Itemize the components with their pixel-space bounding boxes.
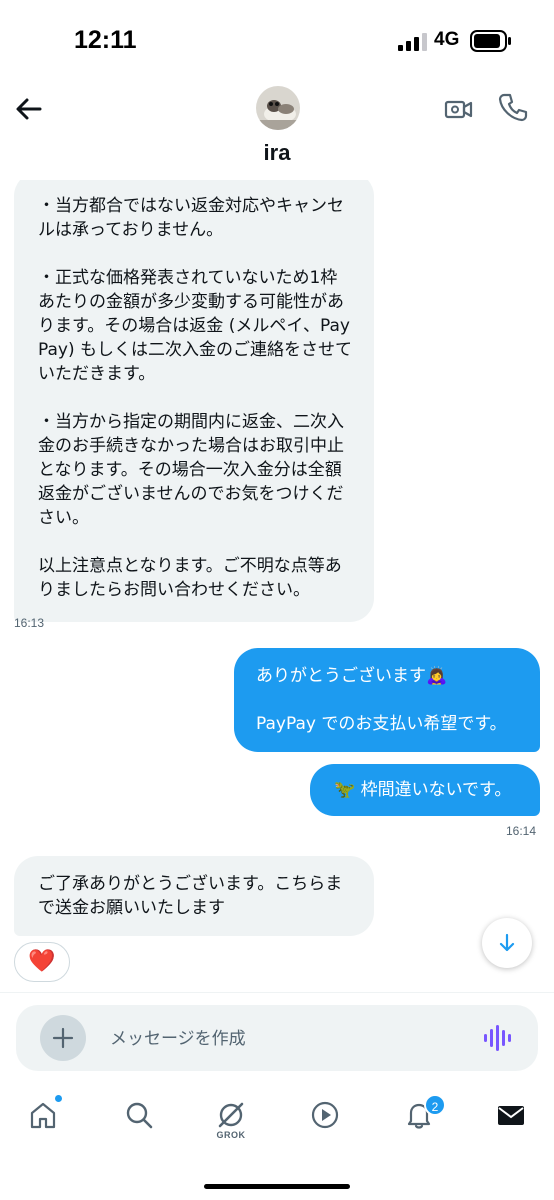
phone-icon[interactable]	[498, 92, 528, 122]
voice-message-icon[interactable]	[482, 1023, 512, 1053]
message-bubble-incoming[interactable]: ・当方都合ではない返金対応やキャンセルは承っておりません。 ・正式な価格発表され…	[14, 180, 374, 622]
home-icon	[30, 1102, 56, 1129]
home-unread-dot	[54, 1094, 63, 1103]
mail-icon	[498, 1106, 524, 1125]
message-timestamp: 16:14	[506, 824, 537, 838]
battery-icon	[470, 30, 511, 52]
tab-search[interactable]	[114, 1086, 164, 1146]
video-call-icon[interactable]	[444, 94, 474, 124]
message-bubble-outgoing[interactable]: 🦖 枠間違いないです。	[310, 764, 540, 816]
message-list[interactable]: ・当方都合ではない返金対応やキャンセルは承っておりません。 ・正式な価格発表され…	[0, 180, 554, 990]
message-timestamp: 16:13	[14, 616, 45, 630]
tab-messages[interactable]	[486, 1086, 536, 1146]
message-bubble-incoming[interactable]: ご了承ありがとうございます。こちらまで送金お願いいたします	[14, 856, 374, 936]
network-type: 4G	[434, 29, 460, 50]
composer-divider	[0, 992, 554, 993]
status-bar: 12:11 4G	[0, 0, 554, 80]
back-arrow-icon[interactable]	[12, 92, 46, 126]
grok-label: GROK	[216, 1130, 246, 1140]
heart-reaction[interactable]: ❤️	[14, 942, 70, 982]
message-input[interactable]	[110, 1025, 470, 1053]
notification-badge: 2	[424, 1094, 446, 1116]
message-composer	[16, 1005, 538, 1071]
tab-notifications[interactable]: 2	[394, 1086, 446, 1146]
tab-video[interactable]	[300, 1086, 350, 1146]
scroll-to-bottom-button[interactable]	[482, 918, 532, 968]
add-attachment-button[interactable]	[40, 1015, 86, 1061]
signal-strength-icon	[398, 33, 427, 51]
search-icon	[126, 1102, 153, 1129]
tab-grok[interactable]: GROK	[206, 1086, 256, 1146]
status-time: 12:11	[74, 26, 137, 54]
plus-icon	[52, 1027, 74, 1049]
home-indicator	[204, 1184, 350, 1189]
play-icon	[311, 1101, 339, 1129]
grok-icon	[218, 1102, 244, 1128]
message-bubble-outgoing[interactable]: ありがとうございます🙇‍♀️ PayPay でのお支払い希望です。	[234, 648, 540, 752]
contact-avatar[interactable]	[256, 86, 300, 130]
contact-name[interactable]: ira	[0, 140, 554, 166]
tab-home[interactable]	[18, 1086, 68, 1146]
bottom-tab-bar: GROK 2	[0, 1086, 554, 1146]
arrow-down-icon	[499, 933, 515, 952]
conversation-header: ira	[0, 80, 554, 180]
